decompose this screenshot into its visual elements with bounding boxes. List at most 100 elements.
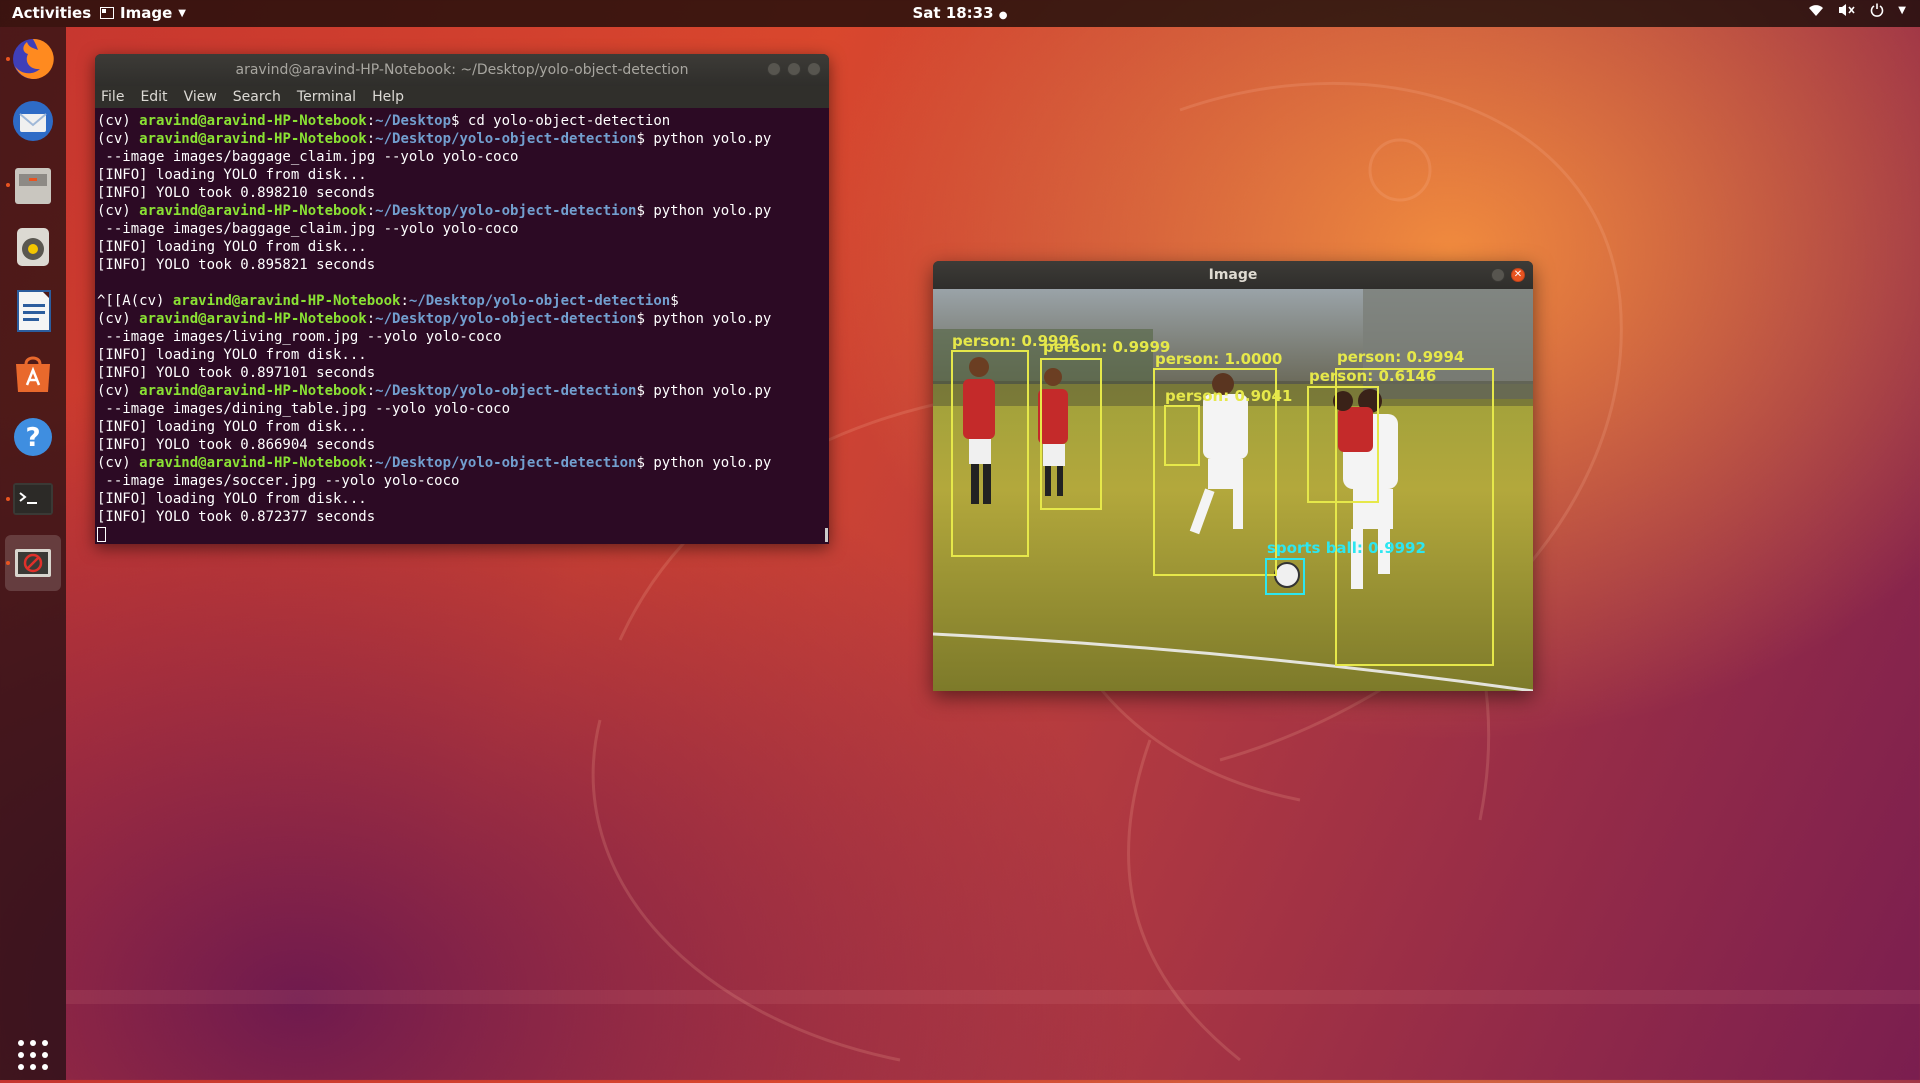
dock-item-thunderbird[interactable]: [5, 93, 61, 149]
terminal-line: [INFO] loading YOLO from disk...: [97, 347, 367, 363]
detection-label: person: 0.6146: [1309, 367, 1436, 385]
notification-dot-icon: ●: [998, 10, 1008, 21]
detection-image: person: 0.9996 person: 0.9999 person: 1.…: [933, 289, 1533, 691]
terminal-line: [INFO] YOLO took 0.897101 seconds: [97, 365, 376, 381]
terminal-line: --image images/baggage_claim.jpg --yolo …: [97, 221, 519, 237]
terminal-icon: [13, 483, 53, 515]
dock-item-software[interactable]: [5, 345, 61, 401]
detection-label: person: 0.9999: [1043, 338, 1170, 356]
terminal-title: aravind@aravind-HP-Notebook: ~/Desktop/y…: [235, 62, 689, 78]
terminal-line: (cv) aravind@aravind-HP-Notebook:~/Deskt…: [97, 203, 772, 219]
menu-terminal[interactable]: Terminal: [297, 89, 356, 105]
files-icon: [15, 168, 51, 204]
terminal-line: --image images/living_room.jpg --yolo yo…: [97, 329, 502, 345]
running-indicator: [6, 561, 10, 565]
detection-label: person: 0.9994: [1337, 348, 1464, 366]
wifi-icon: [1809, 5, 1824, 16]
terminal-window[interactable]: aravind@aravind-HP-Notebook: ~/Desktop/y…: [95, 54, 829, 544]
power-icon: [1871, 3, 1884, 17]
terminal-titlebar[interactable]: aravind@aravind-HP-Notebook: ~/Desktop/y…: [95, 54, 829, 86]
terminal-line: --image images/soccer.jpg --yolo yolo-co…: [97, 473, 460, 489]
app-menu[interactable]: Image ▼: [100, 4, 186, 22]
terminal-line: [INFO] loading YOLO from disk...: [97, 167, 367, 183]
image-app-icon: [100, 7, 114, 19]
prompt-path: ~/Desktop/yolo-object-detection: [375, 383, 637, 399]
menu-search[interactable]: Search: [233, 89, 281, 105]
terminal-line: (cv) aravind@aravind-HP-Notebook:~/Deskt…: [97, 311, 772, 327]
terminal-scrollbar[interactable]: [825, 528, 828, 542]
close-button[interactable]: ✕: [1511, 268, 1525, 282]
terminal-line: (cv) aravind@aravind-HP-Notebook:~/Deskt…: [97, 455, 772, 471]
terminal-line: --image images/baggage_claim.jpg --yolo …: [97, 149, 519, 165]
terminal-line: [INFO] YOLO took 0.895821 seconds: [97, 257, 376, 273]
minimize-button[interactable]: [1491, 268, 1505, 282]
terminal-line: [INFO] loading YOLO from disk...: [97, 419, 367, 435]
prompt-path: ~/Desktop/yolo-object-detection: [375, 455, 637, 471]
menu-edit[interactable]: Edit: [140, 89, 167, 105]
terminal-line: (cv) aravind@aravind-HP-Notebook:~/Deskt…: [97, 113, 671, 129]
image-icon: [15, 549, 51, 577]
terminal-cursor: [97, 527, 106, 542]
system-tray[interactable]: ▼: [1808, 3, 1906, 17]
image-window-titlebar[interactable]: Image ✕: [933, 261, 1533, 289]
prompt-path: ~/Desktop: [375, 113, 452, 129]
detection-label: person: 0.9041: [1165, 387, 1292, 405]
prompt-user: aravind@aravind-HP-Notebook: [139, 131, 367, 147]
dock-item-firefox[interactable]: [5, 31, 61, 87]
clock[interactable]: Sat 18:33: [912, 4, 993, 22]
svg-text:?: ?: [25, 423, 40, 453]
terminal-output[interactable]: (cv) aravind@aravind-HP-Notebook:~/Deskt…: [95, 108, 829, 544]
mail-icon: [13, 101, 53, 141]
terminal-line: [INFO] loading YOLO from disk...: [97, 491, 367, 507]
prompt-user: aravind@aravind-HP-Notebook: [139, 455, 367, 471]
menu-help[interactable]: Help: [372, 89, 404, 105]
close-button[interactable]: [807, 62, 821, 76]
chevron-down-icon: ▼: [178, 7, 186, 19]
firefox-icon: [13, 38, 54, 79]
writer-icon: [17, 290, 51, 332]
dock-item-image-viewer[interactable]: [5, 535, 61, 591]
running-indicator: [6, 57, 10, 61]
volume-muted-icon: [1839, 4, 1855, 16]
running-indicator: [6, 183, 10, 187]
dock-item-writer[interactable]: [5, 283, 61, 339]
terminal-line: (cv) aravind@aravind-HP-Notebook:~/Deskt…: [97, 131, 772, 147]
maximize-button[interactable]: [787, 62, 801, 76]
music-icon: [17, 228, 49, 266]
prompt-path: ~/Desktop/yolo-object-detection: [375, 131, 637, 147]
chevron-down-icon: ▼: [1898, 4, 1906, 16]
show-applications-button[interactable]: [5, 1027, 61, 1083]
terminal-line: ^[[A(cv) aravind@aravind-HP-Notebook:~/D…: [97, 293, 679, 309]
activities-button[interactable]: Activities: [12, 4, 91, 22]
prompt-path: ~/Desktop/yolo-object-detection: [375, 311, 637, 327]
dock-item-rhythmbox[interactable]: [5, 219, 61, 275]
minimize-button[interactable]: [767, 62, 781, 76]
detection-label: person: 1.0000: [1155, 350, 1282, 368]
top-bar: Activities Image ▼ Sat 18:33 ● ▼: [0, 0, 1920, 27]
running-indicator: [6, 497, 10, 501]
prompt-path: ~/Desktop/yolo-object-detection: [408, 293, 671, 309]
menu-file[interactable]: File: [101, 89, 124, 105]
prompt-user: aravind@aravind-HP-Notebook: [139, 113, 367, 129]
software-icon: [16, 356, 50, 392]
terminal-line: (cv) aravind@aravind-HP-Notebook:~/Deskt…: [97, 383, 772, 399]
terminal-line: [INFO] loading YOLO from disk...: [97, 239, 367, 255]
grid-icon: [18, 1040, 48, 1070]
prompt-user: aravind@aravind-HP-Notebook: [139, 311, 367, 327]
dock-item-help[interactable]: ?: [5, 409, 61, 465]
menu-view[interactable]: View: [184, 89, 217, 105]
help-icon: ?: [14, 418, 52, 456]
dock-item-terminal[interactable]: [5, 471, 61, 527]
prompt-path: ~/Desktop/yolo-object-detection: [375, 203, 637, 219]
detection-label: sports ball: 0.9992: [1267, 539, 1426, 557]
prompt-user: aravind@aravind-HP-Notebook: [139, 383, 367, 399]
terminal-line: --image images/dining_table.jpg --yolo y…: [97, 401, 511, 417]
image-window[interactable]: Image ✕ person: 0.9996 person: 0.9999 pe…: [933, 261, 1533, 691]
prompt-user: aravind@aravind-HP-Notebook: [139, 203, 367, 219]
terminal-line: [INFO] YOLO took 0.872377 seconds: [97, 509, 376, 525]
terminal-line: [INFO] YOLO took 0.898210 seconds: [97, 185, 376, 201]
dock-item-files[interactable]: [5, 157, 61, 213]
terminal-menubar: File Edit View Search Terminal Help: [95, 86, 829, 108]
terminal-line: [INFO] YOLO took 0.866904 seconds: [97, 437, 376, 453]
image-window-title: Image: [1208, 267, 1258, 283]
